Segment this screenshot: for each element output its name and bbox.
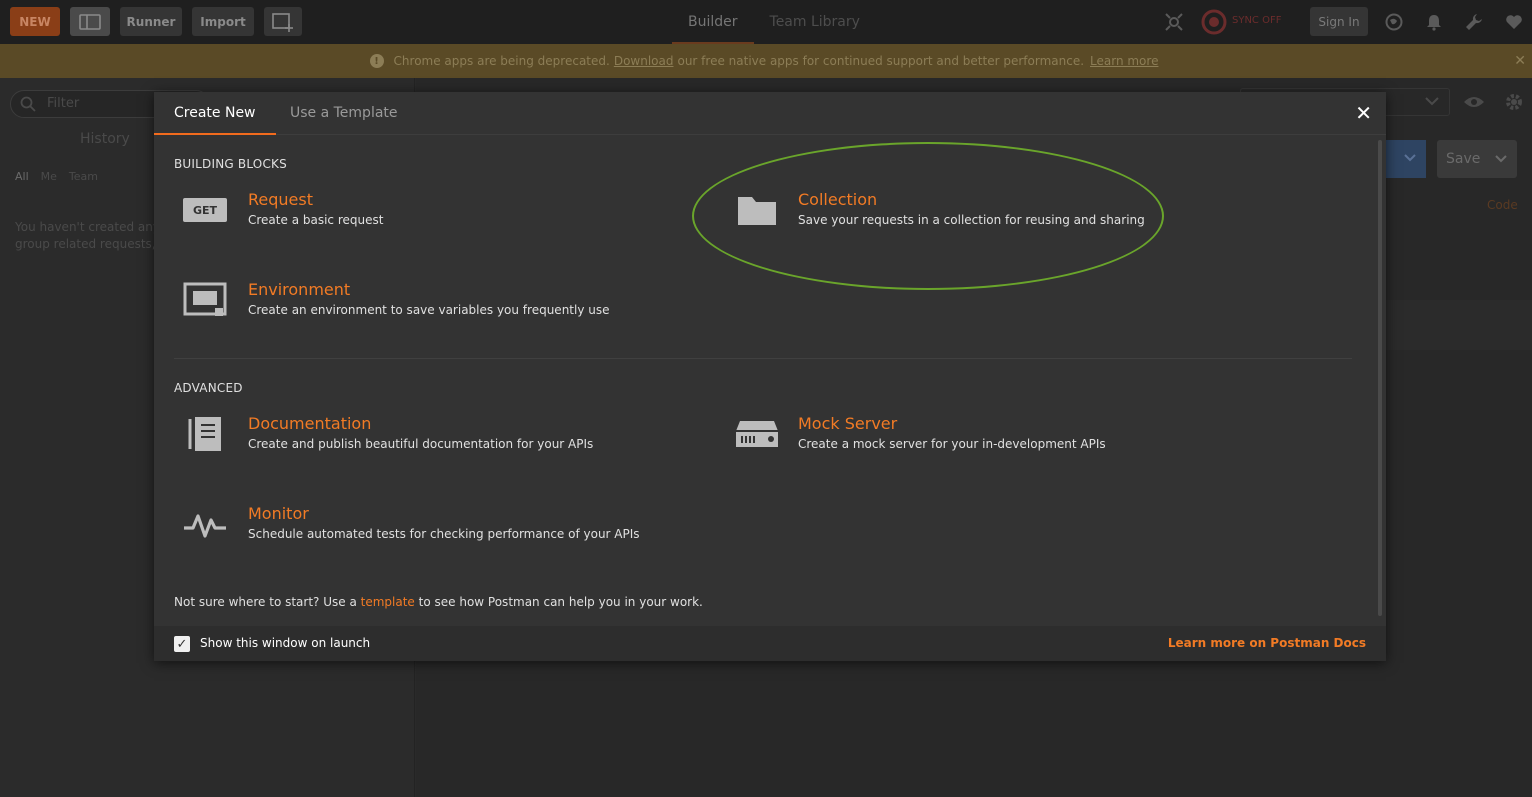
- modal-footer: ✓ Show this window on launch Learn more …: [154, 626, 1386, 661]
- new-window-button[interactable]: [264, 7, 302, 36]
- show-on-launch-checkbox[interactable]: ✓: [174, 636, 190, 652]
- collection-item[interactable]: Collection Save your requests in a colle…: [734, 190, 1234, 230]
- filter-team[interactable]: Team: [69, 170, 98, 183]
- import-button[interactable]: Import: [192, 7, 254, 36]
- documentation-desc: Create and publish beautiful documentati…: [248, 437, 594, 451]
- sign-in-button[interactable]: Sign In: [1310, 7, 1368, 36]
- sync-status[interactable]: [1199, 7, 1229, 36]
- notifications-button[interactable]: [1420, 7, 1448, 36]
- globe-icon: [1385, 13, 1403, 30]
- request-desc: Create a basic request: [248, 213, 384, 227]
- save-button[interactable]: Save: [1437, 140, 1517, 178]
- code-link[interactable]: Code: [1487, 198, 1518, 212]
- mock-server-desc: Create a mock server for your in-develop…: [798, 437, 1106, 451]
- settings-button[interactable]: [1460, 7, 1488, 36]
- filter-me[interactable]: Me: [41, 170, 57, 183]
- close-icon[interactable]: ✕: [1355, 101, 1372, 125]
- environment-item[interactable]: Environment Create an environment to sav…: [182, 280, 682, 320]
- sync-off-icon: [1201, 9, 1227, 34]
- gear-icon[interactable]: [1504, 92, 1524, 112]
- sidebar-filters: All Me Team: [15, 170, 98, 183]
- chevron-down-icon: [1404, 154, 1416, 162]
- request-item[interactable]: GET Request Create a basic request: [182, 190, 682, 230]
- interceptor-button[interactable]: [1160, 7, 1188, 36]
- hint-text-after: to see how Postman can help you in your …: [418, 595, 703, 609]
- documentation-item[interactable]: Documentation Create and publish beautif…: [182, 414, 682, 454]
- sidebar-empty-message: You haven't created any collections yet.…: [15, 219, 155, 253]
- request-title: Request: [248, 190, 313, 209]
- search-icon: [20, 96, 36, 112]
- new-button[interactable]: NEW: [10, 7, 60, 36]
- banner-text: Chrome apps are being deprecated.: [393, 54, 610, 68]
- tab-create-new[interactable]: Create New: [154, 92, 276, 135]
- postman-docs-link[interactable]: Learn more on Postman Docs: [1168, 636, 1366, 650]
- tab-use-template[interactable]: Use a Template: [270, 92, 418, 135]
- runner-button[interactable]: Runner: [120, 7, 182, 36]
- warning-icon: !: [369, 54, 384, 68]
- history-tab[interactable]: History: [80, 131, 130, 147]
- satellite-icon: [1165, 12, 1183, 31]
- hint-text-before: Not sure where to start? Use a: [174, 595, 357, 609]
- sync-label: SYNC OFF: [1232, 15, 1282, 26]
- create-new-modal: Create New Use a Template ✕ BUILDING BLO…: [154, 92, 1386, 661]
- folder-icon: [734, 190, 780, 230]
- server-icon: [734, 414, 780, 454]
- section-divider: [174, 358, 1352, 359]
- chevron-down-icon: [1495, 155, 1507, 163]
- heart-icon: [1506, 14, 1522, 29]
- wrench-icon: [1466, 13, 1482, 30]
- modal-tabs: Create New Use a Template ✕: [154, 92, 1386, 135]
- get-badge: GET: [183, 198, 227, 222]
- postman-app: NEW Runner Import Builder Team Library S…: [0, 0, 1532, 797]
- close-icon[interactable]: ✕: [1514, 53, 1526, 69]
- collection-desc: Save your requests in a collection for r…: [798, 213, 1145, 227]
- heart-button[interactable]: [1500, 7, 1528, 36]
- get-badge-icon: GET: [182, 190, 228, 230]
- tab-team-library[interactable]: Team Library: [754, 0, 876, 44]
- collection-title: Collection: [798, 190, 878, 209]
- banner-text-after: our free native apps for continued suppo…: [677, 54, 1085, 68]
- monitor-title: Monitor: [248, 504, 309, 523]
- save-label: Save: [1446, 151, 1481, 167]
- monitor-desc: Schedule automated tests for checking pe…: [248, 527, 640, 541]
- chevron-down-icon: [1425, 97, 1439, 106]
- builder-tabs: Builder Team Library: [672, 0, 876, 44]
- modal-scrollbar[interactable]: [1378, 140, 1382, 616]
- documentation-title: Documentation: [248, 414, 372, 433]
- top-bar: NEW Runner Import Builder Team Library S…: [0, 0, 1532, 44]
- tab-builder[interactable]: Builder: [672, 0, 754, 44]
- environment-title: Environment: [248, 280, 351, 299]
- book-icon: [182, 414, 228, 454]
- environment-desc: Create an environment to save variables …: [248, 303, 610, 317]
- empty-line-2: group related requests, making them: [15, 237, 155, 251]
- show-on-launch-label: Show this window on launch: [200, 636, 371, 650]
- advanced-heading: ADVANCED: [174, 381, 243, 395]
- bell-icon: [1427, 14, 1441, 31]
- new-window-icon: [272, 12, 293, 32]
- mock-server-item[interactable]: Mock Server Create a mock server for you…: [734, 414, 1234, 454]
- globe-button[interactable]: [1380, 7, 1408, 36]
- send-button[interactable]: [1384, 140, 1426, 178]
- learn-more-link[interactable]: Learn more: [1090, 54, 1158, 68]
- template-link[interactable]: template: [361, 595, 415, 609]
- monitor-item[interactable]: Monitor Schedule automated tests for che…: [182, 504, 682, 544]
- mock-server-title: Mock Server: [798, 414, 898, 433]
- building-blocks-heading: BUILDING BLOCKS: [174, 157, 287, 171]
- sidebar-icon: [79, 13, 101, 30]
- filter-all[interactable]: All: [15, 170, 29, 183]
- template-hint: Not sure where to start? Use a template …: [174, 595, 703, 609]
- download-link[interactable]: Download: [614, 54, 674, 68]
- eye-icon[interactable]: [1463, 94, 1485, 110]
- empty-line-1: You haven't created any collections yet.: [15, 220, 155, 234]
- toggle-sidebar-button[interactable]: [70, 7, 110, 36]
- environment-icon: [182, 280, 228, 320]
- pulse-icon: [182, 504, 228, 544]
- deprecation-banner: ! Chrome apps are being deprecated. Down…: [0, 44, 1532, 78]
